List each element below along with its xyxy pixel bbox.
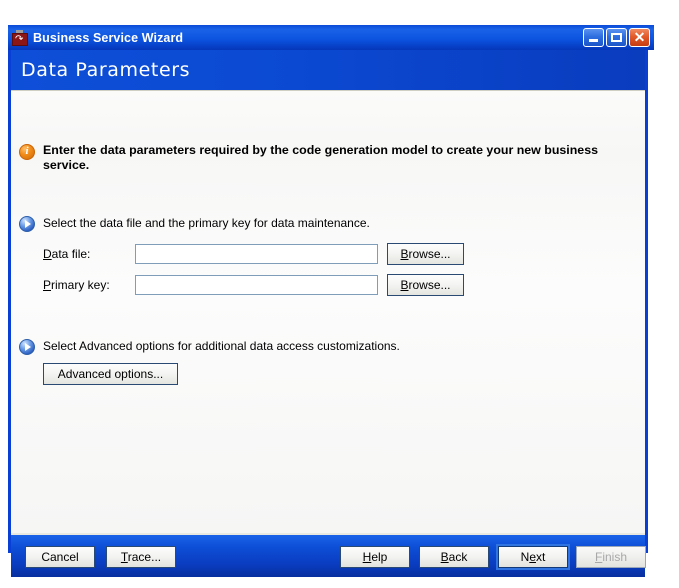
page-title: Data Parameters — [21, 59, 191, 81]
browse-rest-2: rowse... — [408, 278, 451, 292]
next-accel: e — [529, 550, 536, 564]
help-rest: elp — [371, 550, 388, 564]
help-button[interactable]: Help — [340, 546, 410, 568]
info-icon — [19, 144, 35, 160]
next-rest: xt — [536, 550, 546, 564]
data-file-row: Data file: Browse... — [43, 243, 464, 265]
step-1-text: Select the data file and the primary key… — [43, 216, 370, 230]
wizard-content: Enter the data parameters required by th… — [11, 90, 645, 533]
step-1-header: Select the data file and the primary key… — [19, 216, 370, 232]
data-file-input[interactable] — [135, 244, 378, 264]
title-bar: ↷ Business Service Wizard ✕ — [8, 25, 654, 50]
close-glyph: ✕ — [633, 29, 646, 45]
primary-key-browse-button[interactable]: Browse... — [387, 274, 464, 296]
step-2-text: Select Advanced options for additional d… — [43, 339, 400, 353]
data-file-accel: D — [43, 247, 52, 261]
primary-key-label-rest: rimary key: — [51, 278, 110, 292]
browse-accel-2: B — [400, 278, 409, 292]
step-2-header: Select Advanced options for additional d… — [19, 339, 400, 355]
window-title: Business Service Wizard — [33, 30, 184, 45]
trace-rest: race... — [127, 550, 162, 564]
maximize-icon[interactable] — [606, 28, 627, 47]
step-advanced-options: Select Advanced options for additional d… — [19, 339, 400, 355]
info-banner: Enter the data parameters required by th… — [19, 143, 635, 173]
blue-arrow-icon — [19, 216, 35, 232]
advanced-options-row: Advanced options... — [43, 363, 178, 385]
browse-accel-1: B — [400, 247, 409, 261]
next-button[interactable]: Next — [496, 544, 570, 570]
trace-button[interactable]: Trace... — [106, 546, 176, 568]
page-header-banner: Data Parameters — [11, 50, 645, 90]
data-file-label: Data file: — [43, 247, 135, 261]
primary-key-row: Primary key: Browse... — [43, 274, 464, 296]
data-file-browse-button[interactable]: Browse... — [387, 243, 464, 265]
window-controls: ✕ — [583, 28, 654, 47]
back-button[interactable]: Back — [419, 546, 489, 568]
finish-rest: inish — [602, 550, 628, 564]
finish-button[interactable]: Finish — [576, 546, 646, 568]
next-pre: N — [520, 550, 530, 564]
primary-key-accel: P — [43, 278, 52, 292]
step-data-file: Select the data file and the primary key… — [19, 216, 370, 232]
close-icon[interactable]: ✕ — [629, 28, 650, 47]
blue-arrow-icon — [19, 339, 35, 355]
cancel-button[interactable]: Cancel — [25, 546, 95, 568]
trace-accel: T — [120, 550, 128, 564]
data-file-label-rest: ata file: — [51, 247, 91, 261]
wizard-window: ↷ Business Service Wizard ✕ Data Paramet… — [8, 25, 654, 577]
advanced-options-button[interactable]: Advanced options... — [43, 363, 178, 385]
primary-key-input[interactable] — [135, 275, 378, 295]
primary-key-label: Primary key: — [43, 278, 135, 292]
info-text: Enter the data parameters required by th… — [43, 143, 598, 172]
back-rest: ack — [448, 550, 468, 564]
wizard-app-icon: ↷ — [12, 29, 28, 46]
browse-rest-1: rowse... — [408, 247, 451, 261]
back-accel: B — [440, 550, 449, 564]
minimize-icon[interactable] — [583, 28, 604, 47]
wizard-footer: Cancel Trace... Help Back Next Finish — [11, 533, 646, 577]
